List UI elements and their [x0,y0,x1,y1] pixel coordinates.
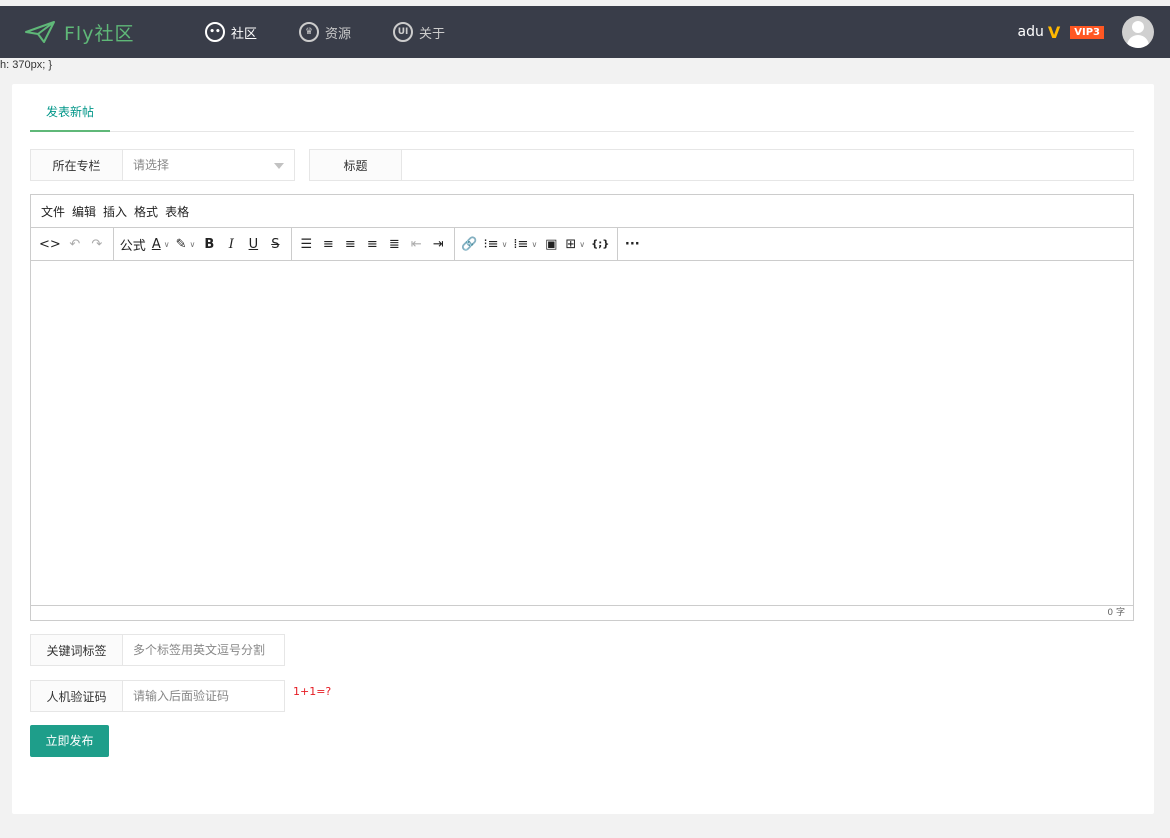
post-form-card: 发表新帖 所在专栏 请选择 标题 文件 编辑 插入 格式 表格 <> ↶ ↷ 公… [12,84,1154,814]
column-select[interactable]: 请选择 [123,149,295,181]
keywords-label: 关键词标签 [30,634,123,666]
highlight-color-icon[interactable]: ✎ ∨ [174,232,198,256]
nav-label: 资源 [325,26,352,42]
column-select-value: 请选择 [133,158,170,172]
align-right-icon[interactable]: ≡ [362,232,382,256]
code-sample-button[interactable]: {;} [589,232,611,256]
logo-text: Fly社区 [64,22,135,45]
line-height-icon[interactable]: ☰ [296,232,316,256]
link-icon[interactable]: 🔗 [459,232,479,256]
toolbar-divider [112,227,114,261]
title-label: 标题 [309,149,402,181]
text-color-icon[interactable]: A ∨ [150,232,172,256]
editor-menubar: 文件 编辑 插入 格式 表格 [31,195,1133,228]
menu-file[interactable]: 文件 [41,203,65,220]
indent-icon[interactable]: ⇥ [428,232,448,256]
logo[interactable]: Fly社区 [24,18,134,46]
word-count: 0 字 [31,605,1133,620]
formula-button[interactable]: 公式 [118,232,148,256]
verified-icon: V [1047,22,1061,42]
source-code-icon[interactable]: <> [37,232,63,256]
nav-item-resources[interactable]: ♛ 资源 [299,22,351,42]
undo-icon[interactable]: ↶ [65,232,85,256]
toolbar-divider [454,227,456,261]
more-options-button[interactable]: ··· [622,232,642,256]
captcha-input[interactable]: 请输入后面验证码 [123,680,285,712]
title-input[interactable] [402,149,1134,181]
outdent-icon[interactable]: ⇤ [406,232,426,256]
main-nav: •• 社区 ♛ 资源 UI 关于 [205,6,487,58]
chevron-down-icon [274,163,284,169]
menu-table[interactable]: 表格 [165,203,189,220]
paper-plane-icon [25,21,55,43]
column-label: 所在专栏 [30,149,123,181]
chevron-down-icon: ∨ [579,239,586,249]
image-icon[interactable]: ▣ [541,232,561,256]
top-navbar: Fly社区 •• 社区 ♛ 资源 UI 关于 adu V VIP3 [0,6,1170,58]
rich-text-editor: 文件 编辑 插入 格式 表格 <> ↶ ↷ 公式 A ∨ ✎ ∨ B I U S ☰… [30,194,1134,621]
chevron-down-icon: ∨ [501,239,508,249]
crown-icon: ♛ [299,22,320,42]
user-area: adu V VIP3 [1018,16,1154,48]
user-name[interactable]: adu [1018,24,1044,40]
nav-item-about[interactable]: UI 关于 [393,22,445,42]
align-justify-icon[interactable]: ≣ [384,232,404,256]
menu-edit[interactable]: 编辑 [72,203,96,220]
numbered-list-icon[interactable]: ⁞≡ ∨ [511,232,539,256]
align-left-icon[interactable]: ≡ [318,232,338,256]
editor-toolbar: <> ↶ ↷ 公式 A ∨ ✎ ∨ B I U S ☰ ≡ ≡ ≡ ≣ ⇤ ⇥ 🔗 … [31,227,1133,261]
menu-format[interactable]: 格式 [134,203,158,220]
nav-item-community[interactable]: •• 社区 [205,22,257,42]
bold-button[interactable]: B [199,232,219,256]
keywords-input[interactable]: 多个标签用英文逗号分割 [123,634,285,666]
underline-button[interactable]: U [243,232,263,256]
menu-insert[interactable]: 插入 [103,203,127,220]
captcha-question: 1+1=? [293,685,332,698]
italic-button[interactable]: I [221,232,241,256]
submit-button[interactable]: 立即发布 [30,725,109,757]
chevron-down-icon: ∨ [531,239,538,249]
toolbar-divider [617,227,619,261]
nav-label: 关于 [419,26,446,42]
redo-icon[interactable]: ↷ [87,232,107,256]
editor-content-area[interactable] [31,261,1133,605]
stray-css-text: h: 370px; } [0,59,52,71]
strikethrough-button[interactable]: S [265,232,285,256]
chat-bubble-icon: •• [205,22,225,42]
align-center-icon[interactable]: ≡ [340,232,360,256]
table-icon[interactable]: ⊞ ∨ [563,232,587,256]
chevron-down-icon: ∨ [189,239,196,249]
ui-badge-icon: UI [393,22,414,42]
captcha-label: 人机验证码 [30,680,123,712]
vip-badge: VIP3 [1070,25,1104,39]
bullet-list-icon[interactable]: ⁝≡ ∨ [482,232,510,256]
toolbar-divider [291,227,293,261]
tab-bar: 发表新帖 [30,96,1134,132]
nav-label: 社区 [231,26,258,42]
tab-new-post[interactable]: 发表新帖 [30,96,110,132]
avatar[interactable] [1122,16,1154,48]
chevron-down-icon: ∨ [163,239,170,249]
